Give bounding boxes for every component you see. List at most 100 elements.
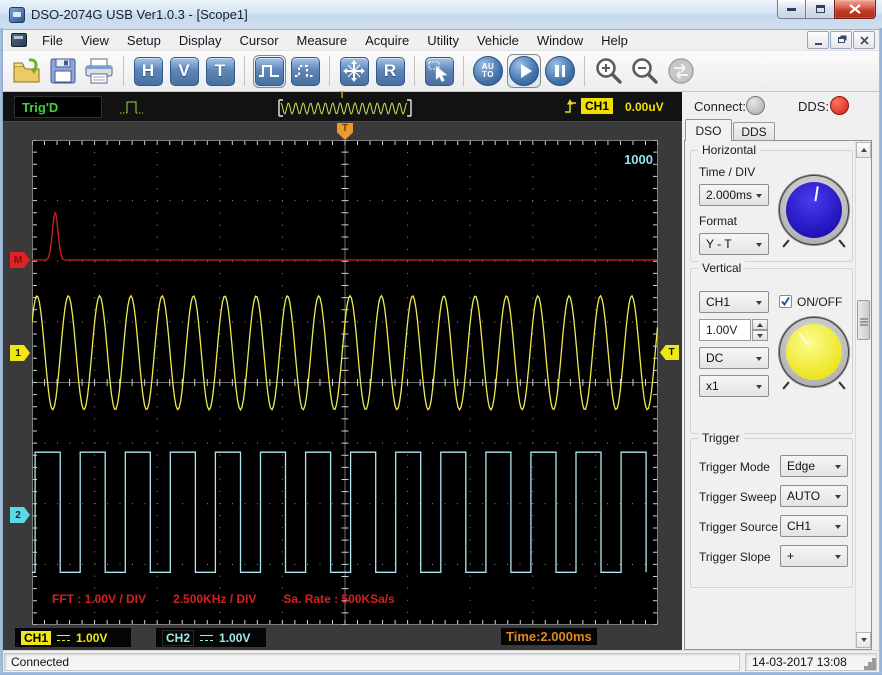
probe-select[interactable]: x1 (699, 375, 769, 397)
math-position-marker[interactable]: M (10, 252, 30, 268)
menu-vehicle[interactable]: Vehicle (468, 31, 528, 50)
channel-value: CH1 (706, 295, 731, 309)
scope-grid (32, 140, 658, 625)
trigger-level-marker[interactable]: T (660, 345, 679, 360)
t-cursor-button[interactable]: T (203, 54, 237, 88)
document-icon[interactable] (11, 33, 27, 47)
pause-button[interactable] (543, 54, 577, 88)
connect-label: Connect: (694, 99, 747, 114)
h-cursor-button[interactable]: H (131, 54, 165, 88)
trigger-status: Trig'D (14, 96, 102, 118)
menu-view[interactable]: View (72, 31, 118, 50)
menu-cursor[interactable]: Cursor (231, 31, 288, 50)
ch1-position-marker[interactable]: 1 (10, 345, 30, 361)
minimize-button[interactable] (777, 0, 806, 19)
trigger-slope-label: Trigger Slope (699, 550, 771, 564)
spinner-up-button[interactable] (752, 319, 768, 330)
ch2-position-marker[interactable]: 2 (10, 507, 30, 523)
chevron-down-icon (835, 465, 841, 472)
trigger-level-value: 0.00uV (625, 100, 664, 114)
chevron-down-icon (756, 243, 762, 250)
resize-grip[interactable] (872, 658, 876, 662)
chevron-down-icon (756, 194, 762, 201)
dashed-square-wave-icon (295, 65, 315, 77)
mdi-restore-button[interactable] (830, 31, 852, 49)
panel-body: Horizontal Time / DIV 2.000ms Format Y -… (684, 140, 872, 650)
channel-select[interactable]: CH1 (699, 291, 769, 313)
menu-help[interactable]: Help (592, 31, 637, 50)
auto-label-bottom: TO (482, 70, 494, 79)
floppy-disk-icon (50, 58, 76, 84)
ch2-label: CH2 (162, 629, 195, 646)
trigger-sweep-select[interactable]: AUTO (780, 485, 848, 507)
pointer-mode-button[interactable] (422, 54, 456, 88)
dds-indicator (830, 96, 849, 115)
chevron-down-icon (860, 638, 867, 645)
v-cursor-button[interactable]: V (167, 54, 201, 88)
app-icon[interactable] (9, 6, 25, 23)
volts-div-spinner[interactable]: 1.00V (699, 319, 768, 341)
trigger-status-row: Trig'D T CH1 0.00uV (3, 90, 682, 122)
print-button[interactable] (82, 54, 116, 88)
t-label: T (205, 56, 235, 86)
zoom-out-button[interactable] (628, 54, 662, 88)
menu-acquire[interactable]: Acquire (356, 31, 418, 50)
status-bar: Connected 14-03-2017 13:08 (3, 650, 879, 672)
mdi-close-button[interactable] (853, 31, 875, 49)
ch2-volts-per-div: 1.00V (219, 630, 251, 645)
scroll-up-button[interactable] (856, 142, 871, 158)
waveform-sample-button[interactable] (288, 54, 322, 88)
time-per-div-readout: Time:2.000ms (501, 628, 597, 645)
maximize-button[interactable] (806, 0, 834, 19)
ch2-readout: CH2 1.00V (155, 627, 267, 648)
time-div-select[interactable]: 2.000ms (699, 184, 769, 206)
datetime-field: 14-03-2017 13:08 (745, 653, 877, 671)
scroll-down-button[interactable] (856, 632, 871, 648)
chevron-down-icon (756, 357, 762, 364)
minimize-icon (787, 7, 796, 11)
close-button[interactable] (834, 0, 876, 19)
menu-utility[interactable]: Utility (418, 31, 468, 50)
volts-div-value: 1.00V (699, 319, 751, 341)
vertical-knob[interactable] (779, 317, 849, 387)
cursor-arrow-icon (428, 61, 448, 83)
save-button[interactable] (46, 54, 80, 88)
menu-file[interactable]: File (33, 31, 72, 50)
menu-measure[interactable]: Measure (288, 31, 357, 50)
probe-value: x1 (706, 379, 719, 393)
coupling-select[interactable]: DC (699, 347, 769, 369)
ch1-volts-per-div: 1.00V (76, 630, 108, 645)
pulse-waveform-icon (120, 101, 143, 114)
tab-dso[interactable]: DSO (685, 119, 732, 141)
record-button[interactable]: R (373, 54, 407, 88)
printer-icon (85, 58, 113, 84)
scrollbar-thumb[interactable] (857, 300, 870, 340)
menu-display[interactable]: Display (170, 31, 231, 50)
trigger-slope-select[interactable]: + (780, 545, 848, 567)
spinner-down-button[interactable] (752, 330, 768, 341)
horizontal-group-title: Horizontal (698, 143, 761, 157)
menu-window[interactable]: Window (528, 31, 592, 50)
trigger-source-select[interactable]: CH1 (780, 515, 848, 537)
trigger-mode-select[interactable]: Edge (780, 455, 848, 477)
self-cal-button[interactable] (337, 54, 371, 88)
folder-open-icon (13, 58, 40, 83)
panel-scrollbar[interactable] (855, 142, 871, 648)
waveform-display-button[interactable] (252, 54, 286, 88)
chevron-down-icon (756, 301, 762, 308)
run-button[interactable] (507, 54, 541, 88)
format-select[interactable]: Y - T (699, 233, 769, 255)
menu-setup[interactable]: Setup (118, 31, 170, 50)
autoset-button[interactable]: AU TO (471, 54, 505, 88)
mdi-minimize-button[interactable] (807, 31, 829, 49)
zoom-in-button[interactable] (592, 54, 626, 88)
trigger-time-marker[interactable]: T (337, 123, 353, 140)
swap-arrows-icon (668, 58, 694, 84)
horizontal-knob[interactable] (779, 175, 849, 245)
toolbar-separator (463, 56, 464, 86)
onoff-checkbox[interactable] (779, 295, 792, 308)
tab-dds[interactable]: DDS (733, 122, 775, 141)
open-button[interactable] (10, 54, 44, 88)
fft-info-row: FFT : 1.00V / DIV 2.500KHz / DIV Sa. Rat… (52, 592, 395, 606)
chevron-down-icon (835, 555, 841, 562)
